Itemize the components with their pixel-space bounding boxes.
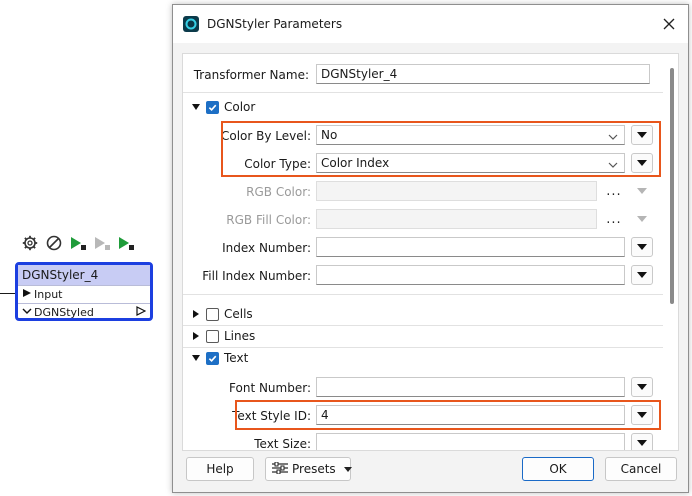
rgb-color-picker-button: ... xyxy=(606,183,622,199)
input-port[interactable]: Input xyxy=(18,285,150,303)
transformer-name-field[interactable]: DGNStyler_4 xyxy=(316,64,650,84)
dialog-footer: Help Presets OK Cancel xyxy=(173,457,688,487)
divider xyxy=(183,294,663,295)
font-number-label: Font Number: xyxy=(229,381,311,395)
index-number-field[interactable] xyxy=(316,237,625,257)
section-color[interactable]: Color xyxy=(191,97,255,117)
fill-index-number-attr-button[interactable] xyxy=(631,265,653,285)
font-number-field[interactable] xyxy=(316,377,625,397)
divider xyxy=(183,347,663,348)
rgb-fill-color-field xyxy=(316,209,597,229)
fill-index-number-field[interactable] xyxy=(316,265,625,285)
presets-button[interactable]: Presets xyxy=(265,457,352,481)
expand-right-icon[interactable] xyxy=(191,331,201,341)
cells-checkbox[interactable] xyxy=(206,307,219,321)
dialog-titlebar[interactable]: DGNStyler Parameters xyxy=(173,5,688,43)
text-size-field[interactable] xyxy=(316,433,625,450)
section-text-label: Text xyxy=(224,351,249,365)
caret-down-icon xyxy=(343,462,352,476)
highlight-text-style-id xyxy=(235,400,661,430)
cancel-button-label: Cancel xyxy=(620,462,662,476)
expand-down-icon[interactable] xyxy=(191,353,201,363)
expand-down-icon[interactable] xyxy=(191,102,201,112)
output-port-label: DGNStyled xyxy=(34,306,94,319)
section-cells[interactable]: Cells xyxy=(191,304,253,324)
output-port[interactable]: DGNStyled xyxy=(18,303,150,321)
rgb-color-attr-button xyxy=(631,181,653,201)
parameters-dialog: DGNStyler Parameters Transformer Name: D… xyxy=(172,4,689,493)
rgb-fill-color-attr-button xyxy=(631,209,653,229)
index-number-attr-button[interactable] xyxy=(631,237,653,257)
section-text[interactable]: Text xyxy=(191,348,248,368)
index-number-label: Index Number: xyxy=(222,241,311,255)
font-number-attr-button[interactable] xyxy=(631,377,653,397)
output-arrow-icon xyxy=(136,306,147,319)
dialog-title: DGNStyler Parameters xyxy=(207,17,343,31)
workspace-canvas[interactable]: DGNStyler_4 Input DGNStyled xyxy=(0,0,180,496)
ok-button-label: OK xyxy=(549,462,567,476)
section-lines[interactable]: Lines xyxy=(191,326,255,346)
run-to-icon[interactable] xyxy=(68,233,88,253)
section-color-label: Color xyxy=(224,100,256,114)
section-cells-label: Cells xyxy=(224,307,253,321)
divider xyxy=(183,92,663,93)
expand-right-icon[interactable] xyxy=(191,309,201,319)
sliders-icon xyxy=(272,461,288,477)
text-checkbox[interactable] xyxy=(206,351,219,365)
run-icon[interactable] xyxy=(116,233,136,253)
close-icon[interactable] xyxy=(660,15,678,33)
rgb-color-label: RGB Color: xyxy=(246,185,311,199)
ok-button[interactable]: OK xyxy=(522,457,594,481)
color-checkbox[interactable] xyxy=(206,100,219,114)
gear-icon[interactable] xyxy=(20,233,40,253)
help-button-label: Help xyxy=(206,462,234,476)
highlight-color-settings xyxy=(221,121,661,177)
transformer-node[interactable]: DGNStyler_4 Input DGNStyled xyxy=(15,262,153,321)
cancel-button[interactable]: Cancel xyxy=(605,457,677,481)
transformer-name-label: Transformer Name: xyxy=(193,68,309,82)
presets-button-label: Presets xyxy=(292,462,336,476)
run-from-icon xyxy=(92,233,112,253)
text-size-label: Text Size: xyxy=(254,437,311,451)
text-size-attr-button[interactable] xyxy=(631,433,653,450)
collapse-chevron-icon[interactable] xyxy=(22,306,34,319)
fill-index-number-label: Fill Index Number: xyxy=(202,269,311,283)
input-port-label: Input xyxy=(34,288,63,301)
lines-checkbox[interactable] xyxy=(206,329,219,343)
node-title[interactable]: DGNStyler_4 xyxy=(18,265,150,285)
vertical-scrollbar[interactable] xyxy=(670,68,674,304)
parameters-panel[interactable]: Transformer Name: DGNStyler_4 Color Colo… xyxy=(182,53,679,451)
disable-icon[interactable] xyxy=(44,233,64,253)
rgb-fill-color-label: RGB Fill Color: xyxy=(226,213,311,227)
node-toolbar xyxy=(20,233,136,253)
rgb-fill-color-picker-button: ... xyxy=(606,211,622,227)
fme-app-icon xyxy=(183,16,199,32)
rgb-color-field xyxy=(316,181,597,201)
help-button[interactable]: Help xyxy=(186,457,254,481)
section-lines-label: Lines xyxy=(224,329,256,343)
input-arrow-icon xyxy=(22,288,34,301)
